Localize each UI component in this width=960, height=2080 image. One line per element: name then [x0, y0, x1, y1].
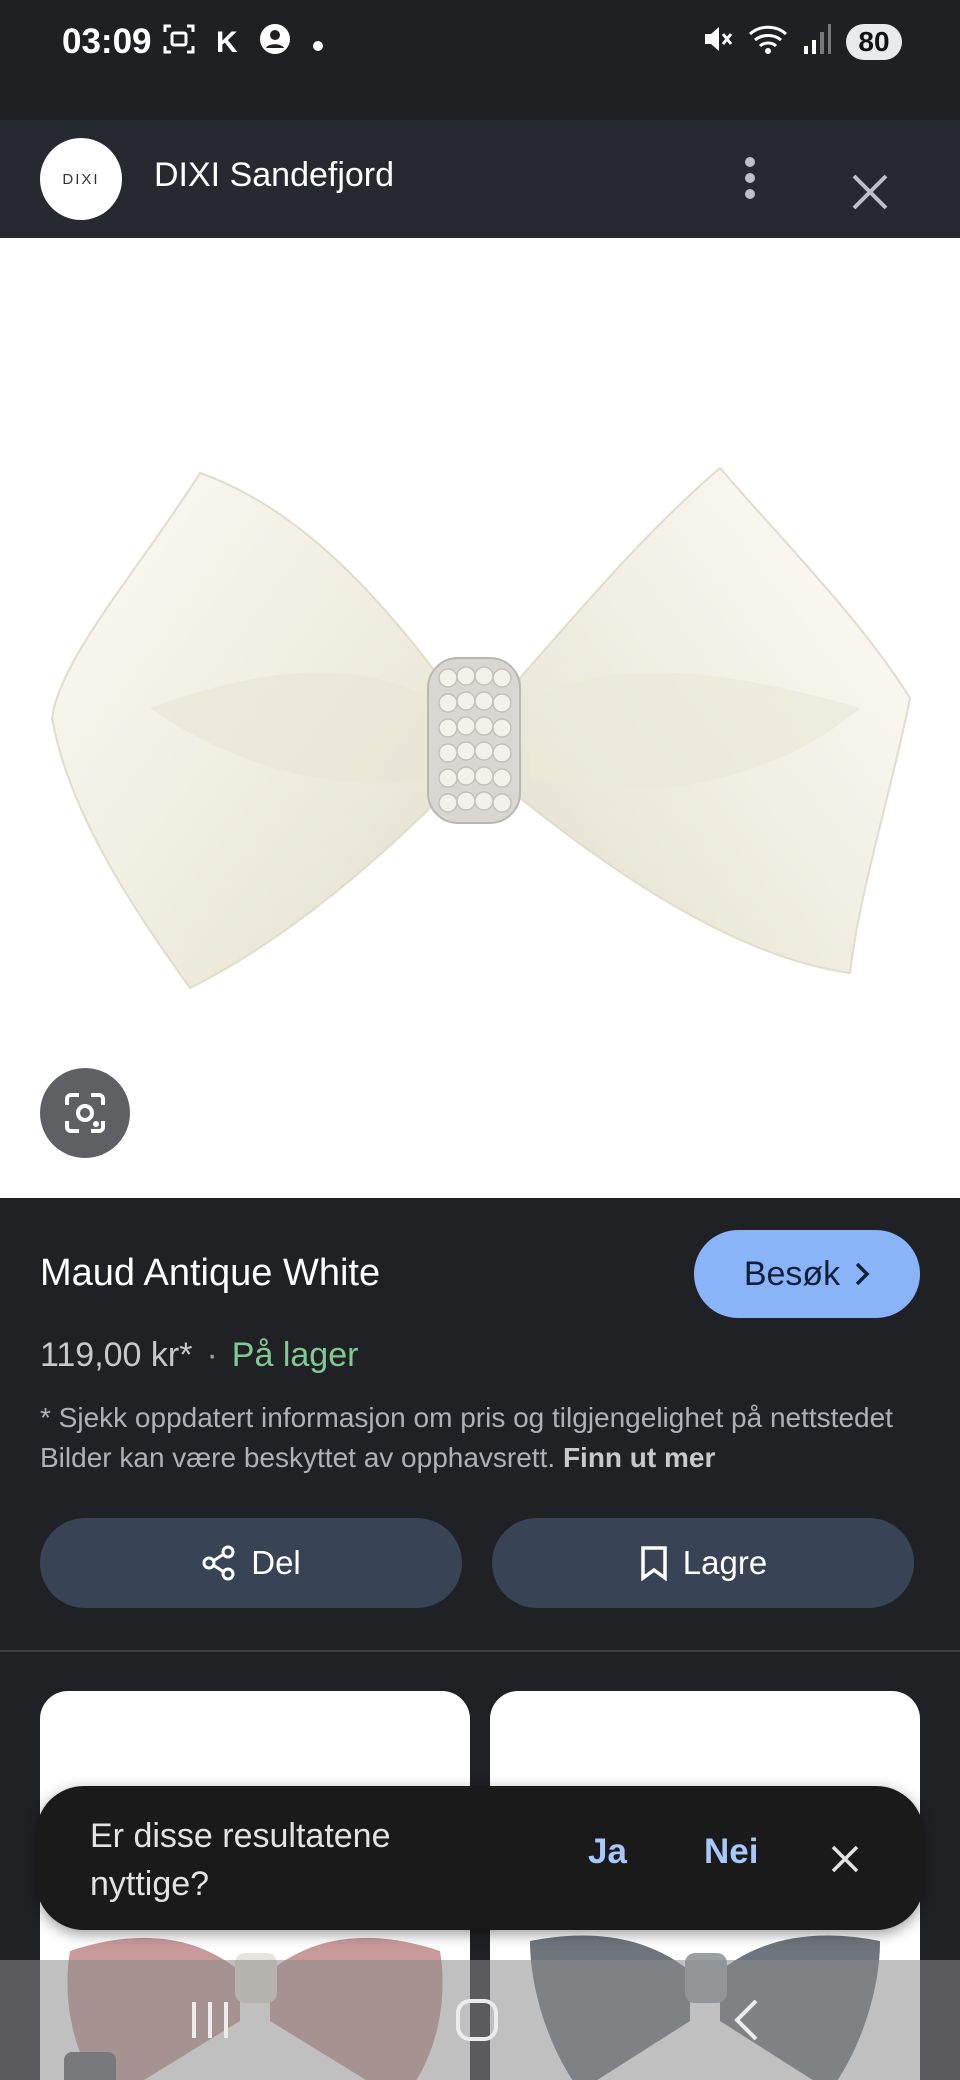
chevron-right-icon: [855, 1262, 870, 1286]
close-icon: [831, 1845, 859, 1873]
share-label: Del: [251, 1544, 301, 1581]
visit-label: Besøk: [743, 1254, 841, 1293]
status-right-icons: 80: [700, 22, 902, 61]
more-options-button[interactable]: [730, 148, 770, 208]
visit-button[interactable]: Besøk: [694, 1230, 920, 1318]
share-button[interactable]: Del: [40, 1518, 462, 1608]
status-left-icons: K: [162, 22, 324, 64]
signal-icon: [802, 22, 832, 61]
site-name[interactable]: DIXI Sandefjord: [154, 156, 394, 195]
close-button[interactable]: [840, 162, 900, 222]
status-time: 03:09: [62, 22, 152, 61]
more-vert-icon: [745, 157, 755, 199]
feedback-yes-button[interactable]: Ja: [588, 1832, 627, 1872]
lens-icon: [65, 1093, 105, 1133]
disclaimer-text: * Sjekk oppdatert informasjon om pris og…: [40, 1402, 893, 1473]
recent-apps-icon: [192, 2002, 228, 2038]
home-button[interactable]: [437, 1988, 517, 2052]
lens-search-button[interactable]: [40, 1068, 130, 1158]
product-image[interactable]: [0, 238, 960, 1198]
price-row: 119,00 kr* · På lager: [40, 1336, 358, 1375]
learn-more-link[interactable]: Finn ut mer: [563, 1442, 715, 1473]
bookmark-icon: [641, 1546, 667, 1581]
product-details: Maud Antique White Besøk 119,00 kr* · På…: [0, 1198, 960, 2080]
divider: [0, 1650, 960, 1652]
close-icon: [852, 174, 888, 210]
price-separator: ·: [206, 1336, 218, 1374]
product-title: Maud Antique White: [40, 1252, 381, 1294]
back-button[interactable]: [706, 1988, 786, 2052]
save-button[interactable]: Lagre: [492, 1518, 914, 1608]
result-header: DIXI DIXI Sandefjord: [0, 120, 960, 238]
feedback-question: Er disse resultatene nyttige?: [90, 1817, 391, 1903]
feedback-close-button[interactable]: [820, 1834, 870, 1884]
dot-icon: [312, 26, 324, 60]
product-price: 119,00 kr*: [40, 1336, 193, 1374]
recent-apps-button[interactable]: [170, 1988, 250, 2052]
wifi-icon: [748, 22, 788, 61]
back-icon: [734, 1999, 758, 2041]
home-icon: [456, 1999, 498, 2041]
share-icon: [202, 1545, 235, 1581]
account-icon: [258, 22, 292, 64]
screenshot-icon: [162, 22, 196, 64]
status-bar: 03:09 K 80: [0, 0, 960, 120]
feedback-snackbar: Er disse resultatene nyttige? Ja Nei: [36, 1786, 924, 1930]
site-logo[interactable]: DIXI: [40, 138, 122, 220]
mute-icon: [700, 22, 734, 61]
stock-status: På lager: [231, 1336, 359, 1374]
battery-level: 80: [846, 23, 902, 60]
save-label: Lagre: [682, 1544, 768, 1581]
feedback-no-button[interactable]: Nei: [704, 1832, 758, 1872]
disclaimer: * Sjekk oppdatert informasjon om pris og…: [40, 1398, 920, 1478]
system-nav-bar: [0, 1960, 960, 2080]
bow-image: [50, 466, 912, 990]
k-icon: K: [216, 26, 238, 59]
